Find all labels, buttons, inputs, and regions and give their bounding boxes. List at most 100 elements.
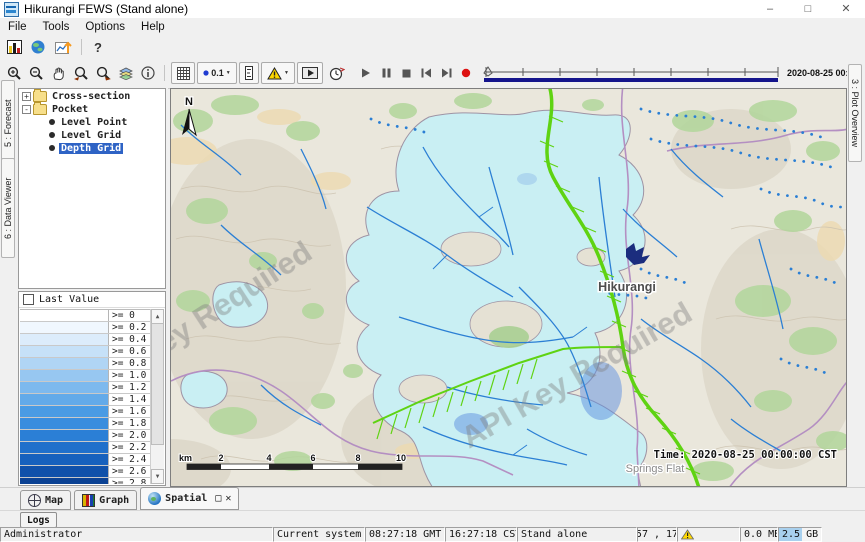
scroll-up-icon[interactable]: ▲ <box>151 309 164 324</box>
info-icon[interactable] <box>137 63 159 83</box>
chevron-down-icon: ▼ <box>284 70 289 76</box>
tree-row[interactable]: Level Grid <box>22 129 165 141</box>
legend-row[interactable]: >= 2.8 <box>20 478 151 484</box>
scrollbar-thumb[interactable] <box>151 323 164 445</box>
first-timestep-icon[interactable] <box>416 63 436 83</box>
bottom-tab[interactable]: Graph □ ✕ <box>74 490 137 510</box>
tree-row[interactable]: + Cross-section <box>22 90 165 102</box>
legend-color-swatch <box>20 406 109 417</box>
data-display-icon[interactable] <box>2 37 26 57</box>
legend-row[interactable]: >= 1.4 <box>20 394 151 406</box>
legend-color-swatch <box>20 394 109 405</box>
menu-help[interactable]: Help <box>133 21 173 33</box>
scale-unit: km <box>179 453 192 463</box>
grid-display-icon[interactable] <box>171 62 195 84</box>
legend-row[interactable]: >= 0.6 <box>20 346 151 358</box>
status-text: 16:27:18 CST <box>449 529 517 540</box>
vertical-profile-icon[interactable] <box>239 62 259 84</box>
help-icon[interactable]: ? <box>87 37 109 57</box>
record-icon[interactable] <box>456 63 476 83</box>
status-cell: -35.657 , 174.199 <box>637 527 677 542</box>
legend-row-label: >= 2.0 <box>109 430 146 441</box>
bottom-tab-bar: Map □ ✕ Graph □ ✕ Spatial □ ✕ <box>0 487 865 510</box>
legend-row[interactable]: >= 1.8 <box>20 418 151 430</box>
menu-tools[interactable]: Tools <box>35 21 78 33</box>
classbreaks-dropdown[interactable]: 0.1 ▼ <box>197 62 237 84</box>
tree-item-label[interactable]: Level Grid <box>59 130 123 141</box>
tab-forecast[interactable]: 5 : Forecast <box>1 80 15 166</box>
legend-row[interactable]: >= 1.2 <box>20 382 151 394</box>
tree-item-label[interactable]: Level Point <box>59 117 129 128</box>
time-slider[interactable] <box>482 64 782 82</box>
legend-panel: Last Value >= 0 >= 0.2 >= 0.4 <box>18 291 166 486</box>
toolbar-separator <box>164 65 165 81</box>
tab-label: Map <box>45 495 63 506</box>
maximize-icon[interactable]: □ <box>789 0 827 18</box>
tab-plot-overview[interactable]: 3 : Plot Overview <box>848 64 862 162</box>
svg-text:2: 2 <box>218 453 223 463</box>
legend-color-swatch <box>20 310 109 321</box>
legend-row[interactable]: >= 2.0 <box>20 430 151 442</box>
stop-icon[interactable] <box>396 63 416 83</box>
map-viewport[interactable]: API Key Required API Key Required N Hiku… <box>170 88 847 487</box>
tree-item-label[interactable]: Depth Grid <box>59 143 123 154</box>
animation-icon[interactable] <box>297 62 323 84</box>
legend-row-label: >= 1.4 <box>109 394 146 405</box>
legend-row[interactable]: >= 0.2 <box>20 322 151 334</box>
legend-title: Last Value <box>39 294 99 305</box>
logs-row: Logs <box>0 510 865 528</box>
timeseries-display-icon[interactable] <box>50 37 76 57</box>
scroll-down-icon[interactable]: ▼ <box>151 469 164 484</box>
timestep-icon[interactable] <box>324 63 350 83</box>
legend-row[interactable]: >= 1.0 <box>20 370 151 382</box>
layers-icon[interactable] <box>115 63 137 83</box>
pause-icon[interactable] <box>376 63 396 83</box>
legend-row[interactable]: >= 1.6 <box>20 406 151 418</box>
legend-row[interactable]: >= 0.8 <box>20 358 151 370</box>
bottom-tab[interactable]: Map □ ✕ <box>20 490 71 510</box>
tree-row[interactable]: Depth Grid <box>22 142 165 154</box>
thresholds-dropdown[interactable]: ▼ <box>261 62 295 84</box>
legend-row[interactable]: >= 0.4 <box>20 334 151 346</box>
zoom-previous-icon[interactable] <box>69 63 92 83</box>
legend-row[interactable]: >= 2.2 <box>20 442 151 454</box>
zoom-next-icon[interactable] <box>92 63 115 83</box>
tree-row[interactable]: - Pocket <box>22 103 165 115</box>
legend-color-swatch <box>20 430 109 441</box>
toolbar-separator <box>81 39 82 55</box>
tree-expander-icon[interactable]: - <box>22 105 31 114</box>
legend-row[interactable]: >= 2.4 <box>20 454 151 466</box>
legend-row[interactable]: >= 2.6 <box>20 466 151 478</box>
menu-file[interactable]: File <box>0 21 35 33</box>
app-window: Hikurangi FEWS (Stand alone) – □ ✕ File … <box>0 0 865 542</box>
legend-list: >= 0 >= 0.2 >= 0.4 >= 0.6 >= 0.8 <box>20 309 151 484</box>
legend-row[interactable]: >= 0 <box>20 310 151 322</box>
last-timestep-icon[interactable] <box>436 63 456 83</box>
last-value-checkbox[interactable] <box>23 294 34 305</box>
legend-scrollbar[interactable]: ▲ ▼ <box>150 309 164 484</box>
play-icon[interactable] <box>356 63 376 83</box>
legend-row-label: >= 2.4 <box>109 454 146 465</box>
tree-item-label[interactable]: Pocket <box>50 104 90 115</box>
status-cell: 08:27:18 GMT <box>365 527 445 542</box>
close-icon[interactable]: ✕ <box>827 0 865 18</box>
legend-color-swatch <box>20 322 109 333</box>
tree-row[interactable]: Level Point <box>22 116 165 128</box>
minimize-icon[interactable]: – <box>751 0 789 18</box>
tree-expander-icon[interactable]: + <box>22 92 31 101</box>
spatial-display-icon[interactable] <box>26 37 50 57</box>
map-canvas[interactable]: API Key Required API Key Required N Hiku… <box>171 89 847 487</box>
tab-data-viewer[interactable]: 6 : Data Viewer <box>1 158 15 258</box>
legend-color-swatch <box>20 382 109 393</box>
logs-button[interactable]: Logs <box>20 512 57 528</box>
tab-maximize-icon[interactable]: □ <box>215 493 221 504</box>
tree-item-label[interactable]: Cross-section <box>50 91 132 102</box>
status-cell: 0.0 MB/s <box>740 527 778 542</box>
bottom-tab[interactable]: Spatial □ ✕ <box>140 487 239 510</box>
left-panel: + Cross-section - Pocket Level Point <box>18 88 168 487</box>
main-toolbar: ? <box>0 36 865 59</box>
menu-options[interactable]: Options <box>77 21 133 33</box>
zoom-out-icon[interactable] <box>25 63 47 83</box>
pan-icon[interactable] <box>47 63 69 83</box>
tab-close-icon[interactable]: ✕ <box>225 493 231 504</box>
